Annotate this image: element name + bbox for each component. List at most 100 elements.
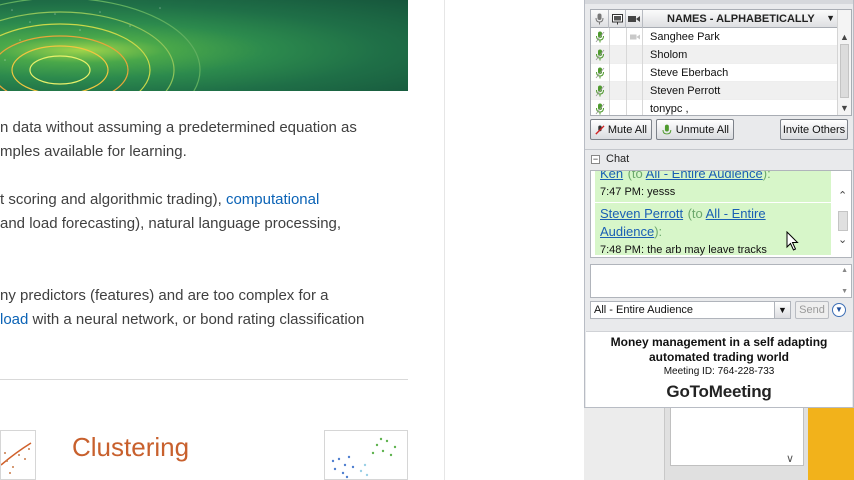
regression-thumbnail[interactable]: [0, 430, 36, 480]
meeting-id: Meeting ID: 764-228-733: [663, 366, 775, 377]
meeting-title: Money management in a self adapting auto…: [610, 335, 828, 364]
body-text: t scoring and algorithmic trading),: [0, 191, 226, 208]
body-text-line: load with a neural network, or bond rati…: [0, 308, 364, 332]
sort-dropdown-icon[interactable]: ▼: [826, 13, 835, 23]
scroll-thumb[interactable]: [838, 211, 848, 231]
mic-column-header[interactable]: [591, 10, 609, 28]
background-textbox: [670, 406, 804, 466]
recipient-prefix: (to: [687, 206, 706, 221]
gotomeeting-panel: NAMES - ALPHABETICALLY ▼ Sanghee Park Sh…: [584, 0, 854, 408]
scroll-down-icon[interactable]: ⌄: [838, 233, 847, 246]
mic-icon[interactable]: [591, 46, 609, 64]
sender-link[interactable]: Ken: [600, 171, 623, 181]
chat-options-icon[interactable]: ▼: [832, 303, 846, 317]
recipient-select-value: All - Entire Audience: [594, 304, 694, 316]
chat-section-header[interactable]: − Chat: [591, 153, 629, 165]
section-title-clustering[interactable]: Clustering: [72, 432, 189, 463]
body-text-line: t scoring and algorithmic trading), comp…: [0, 188, 319, 212]
section-divider: [585, 149, 853, 150]
mic-icon[interactable]: [591, 64, 609, 82]
sender-link[interactable]: Steven Perrott: [600, 206, 683, 221]
webcam-cell: [626, 82, 643, 100]
recipient-suffix: ):: [654, 224, 663, 239]
scroll-up-icon[interactable]: ⌃: [838, 189, 847, 202]
link-load[interactable]: load: [0, 311, 28, 328]
chat-message-input[interactable]: ▲ ▼: [590, 264, 852, 298]
body-text-line: n data without assuming a predetermined …: [0, 119, 357, 136]
names-sort-header[interactable]: NAMES - ALPHABETICALLY ▼: [645, 10, 839, 28]
mouse-cursor-icon: [786, 231, 799, 251]
chat-header-label: Chat: [606, 153, 630, 165]
panel-top-edge: [585, 0, 853, 4]
screen-cell: [609, 100, 626, 115]
banner-image: [0, 0, 408, 91]
attendee-row[interactable]: Sanghee Park: [591, 28, 839, 46]
webcam-column-header[interactable]: [626, 10, 643, 28]
attendee-name: Steve Eberbach: [650, 67, 729, 79]
invite-others-button[interactable]: Invite Others: [780, 119, 848, 140]
screen-cell: [609, 64, 626, 82]
screen-cell: [609, 82, 626, 100]
body-text-line: and load forecasting), natural language …: [0, 215, 342, 232]
screen-share-icon: [611, 13, 623, 24]
scroll-up-icon[interactable]: ▲: [840, 32, 849, 42]
clustering-thumbnail[interactable]: [324, 430, 408, 480]
attendee-list-header: NAMES - ALPHABETICALLY ▼: [591, 10, 839, 28]
screen-cell: [609, 28, 626, 46]
webcam-cell: [626, 64, 643, 82]
attendee-name: Sholom: [650, 49, 688, 61]
meeting-info: Money management in a self adapting auto…: [586, 331, 852, 407]
scroll-down-icon[interactable]: ▼: [841, 288, 848, 295]
recipient-prefix: (to: [627, 170, 646, 181]
names-sort-label: NAMES - ALPHABETICALLY: [667, 13, 815, 25]
mic-icon[interactable]: [591, 28, 609, 46]
mic-icon: [595, 13, 604, 25]
scroll-down-icon[interactable]: ▼: [840, 103, 849, 113]
webcam-cell: [626, 46, 643, 64]
screen-cell: [609, 46, 626, 64]
attendee-name: Steven Perrott: [650, 85, 721, 97]
collapse-icon[interactable]: −: [591, 154, 600, 164]
recipient-link[interactable]: All - Entire Audience: [646, 171, 763, 181]
background-accent: [808, 402, 854, 480]
attendee-row[interactable]: tonypc ,: [591, 100, 839, 115]
attendee-scrollbar[interactable]: ▲ ▼: [837, 10, 851, 115]
mute-icon: [595, 124, 605, 135]
mic-icon[interactable]: [591, 100, 609, 115]
gotomeeting-logo: GoToMeeting: [666, 382, 772, 401]
attendee-list: NAMES - ALPHABETICALLY ▼ Sanghee Park Sh…: [590, 9, 852, 116]
link-computational[interactable]: computational: [226, 191, 319, 208]
attendee-name: Sanghee Park: [650, 31, 720, 43]
screen-column-header[interactable]: [609, 10, 626, 28]
attendee-row[interactable]: Steven Perrott: [591, 82, 839, 100]
mute-all-label: Mute All: [607, 123, 647, 136]
send-button[interactable]: Send: [795, 301, 829, 319]
webcam-cell: [626, 100, 643, 115]
chevron-down-icon: ∨: [786, 453, 795, 465]
attendee-name: tonypc ,: [650, 103, 689, 115]
scroll-thumb[interactable]: [840, 44, 849, 98]
chat-scrollbar[interactable]: ⌃ ⌄: [835, 171, 851, 257]
web-page: n data without assuming a predetermined …: [0, 0, 445, 480]
invite-others-label: Invite Others: [782, 123, 846, 136]
divider: [0, 379, 408, 380]
body-text: with a neural network, or bond rating cl…: [28, 311, 365, 328]
recipient-suffix: ):: [762, 170, 771, 181]
chat-log: Ken (to All - Entire Audience): 7:47 PM:…: [590, 170, 852, 258]
scroll-up-icon[interactable]: ▲: [841, 267, 848, 274]
screen: n data without assuming a predetermined …: [0, 0, 854, 480]
body-text-line: mples available for learning.: [0, 143, 187, 160]
attendee-row[interactable]: Sholom: [591, 46, 839, 64]
chat-message: Ken (to All - Entire Audience): 7:47 PM:…: [595, 170, 831, 202]
recipient-select[interactable]: All - Entire Audience ▼: [590, 301, 791, 319]
attendee-row[interactable]: Steve Eberbach: [591, 64, 839, 82]
unmute-all-label: Unmute All: [675, 123, 729, 136]
body-text-line: ny predictors (features) and are too com…: [0, 287, 329, 304]
mic-icon[interactable]: [591, 82, 609, 100]
mute-all-button[interactable]: Mute All: [590, 119, 652, 140]
contour-art: [0, 0, 201, 91]
unmute-all-button[interactable]: Unmute All: [656, 119, 734, 140]
webcam-icon: [626, 28, 643, 46]
mic-icon: [662, 124, 672, 134]
chevron-down-icon[interactable]: ▼: [774, 302, 790, 318]
